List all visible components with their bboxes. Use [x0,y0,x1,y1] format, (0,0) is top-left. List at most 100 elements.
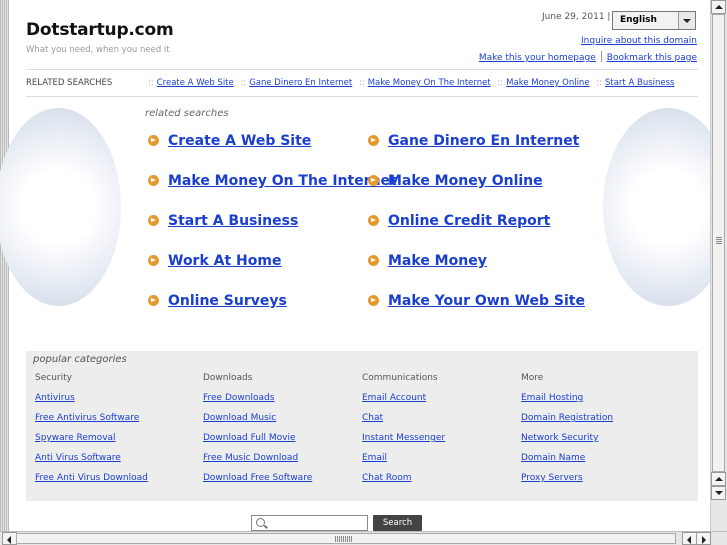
related-searches-heading: related searches [145,108,229,119]
bar-link-1[interactable]: Create A Web Site [157,78,234,88]
language-select[interactable]: English [612,11,696,30]
category-link[interactable]: Email [362,453,445,473]
bar-link-3[interactable]: Make Money On The Internet [368,78,491,88]
bar-link-5[interactable]: Start A Business [605,78,674,88]
category-link[interactable]: Download Full Movie [203,433,312,453]
make-homepage-link[interactable]: Make this your homepage [479,53,596,63]
related-search-item[interactable]: Start A Business [148,213,298,229]
related-search-link[interactable]: Online Credit Report [388,213,550,229]
related-search-link[interactable]: Online Surveys [168,293,287,309]
horizontal-scrollbar[interactable] [0,531,727,545]
scroll-left-icon[interactable] [2,532,17,545]
search-icon [256,518,265,527]
category-link[interactable]: Free Anti Virus Download [35,473,148,493]
related-searches-bar: RELATED SEARCHES :: Create A Web Site :: G… [26,69,698,97]
search-button[interactable]: Search [373,515,422,531]
scroll-up-icon[interactable] [711,472,726,486]
category-link[interactable]: Spyware Removal [35,433,148,453]
bar-link-4[interactable]: Make Money Online [506,78,589,88]
category-link[interactable]: Anti Virus Software [35,453,148,473]
related-search-link[interactable]: Start A Business [168,213,298,229]
arrow-bullet-icon [368,215,379,226]
related-search-item[interactable]: Work At Home [148,253,281,269]
category-column-more: More Email Hosting Domain Registration N… [521,373,613,493]
arrow-bullet-icon [148,135,159,146]
related-search-link[interactable]: Make Money On The Internet [168,173,397,189]
scroll-right-icon[interactable] [696,532,711,545]
related-search-link[interactable]: Gane Dinero En Internet [388,133,579,149]
related-search-link[interactable]: Make Money Online [388,173,543,189]
arrow-bullet-icon [148,255,159,266]
popular-categories-panel: popular categories Security Antivirus Fr… [26,351,698,501]
grip-icon [335,536,353,542]
horizontal-scroll-thumb[interactable] [16,533,676,544]
category-header: More [521,373,544,383]
language-select-value: English [620,15,657,25]
vertical-scrollbar[interactable] [710,0,727,531]
homepage-links: Make this your homepage Bookmark this pag… [479,51,697,63]
related-search-item[interactable]: Make Money On The Internet [148,173,397,189]
category-link[interactable]: Chat Room [362,473,445,493]
decorative-globe-right [603,108,727,306]
category-link[interactable]: Chat [362,413,445,433]
arrow-bullet-icon [148,295,159,306]
arrow-bullet-icon [368,135,379,146]
category-header: Downloads [203,373,253,383]
bookmark-link[interactable]: Bookmark this page [607,53,697,63]
related-search-link[interactable]: Create A Web Site [168,133,311,149]
site-tagline: What you need, when you need it [26,45,170,55]
separator: :: [148,78,154,88]
separator: :: [240,78,247,88]
decorative-globe-left [0,108,121,306]
category-link[interactable]: Free Antivirus Software [35,413,148,433]
related-search-item[interactable]: Online Surveys [148,293,287,309]
related-searches-bar-label: RELATED SEARCHES [26,78,113,88]
bar-link-2[interactable]: Gane Dinero En Internet [249,78,352,88]
related-search-link[interactable]: Make Your Own Web Site [388,293,585,309]
category-link[interactable]: Proxy Servers [521,473,613,493]
category-link[interactable]: Antivirus [35,393,148,413]
category-column-security: Security Antivirus Free Antivirus Softwa… [35,373,148,493]
related-search-item[interactable]: Online Credit Report [368,213,550,229]
arrow-bullet-icon [368,255,379,266]
inquire-domain-link[interactable]: Inquire about this domain [581,36,697,46]
related-search-link[interactable]: Make Money [388,253,487,269]
category-header: Communications [362,373,438,383]
date-text: June 29, 2011 | [542,12,611,22]
link-divider [600,51,602,62]
scroll-down-icon[interactable] [711,486,726,500]
popular-categories-title: popular categories [33,354,127,365]
chevron-down-icon[interactable] [678,12,695,29]
category-link[interactable]: Network Security [521,433,613,453]
site-title: Dotstartup.com [26,20,174,40]
category-column-downloads: Downloads Free Downloads Download Music … [203,373,312,493]
related-search-item[interactable]: Make Your Own Web Site [368,293,585,309]
category-column-communications: Communications Email Account Chat Instan… [362,373,445,493]
category-link[interactable]: Free Music Download [203,453,312,473]
separator: :: [358,78,365,88]
scroll-left-icon[interactable] [682,532,697,545]
separator: :: [596,78,602,88]
related-search-item[interactable]: Create A Web Site [148,133,311,149]
category-header: Security [35,373,72,383]
category-link[interactable]: Download Music [203,413,312,433]
vertical-scroll-thumb[interactable] [712,14,725,472]
category-link[interactable]: Free Downloads [203,393,312,413]
arrow-bullet-icon [368,175,379,186]
category-link[interactable]: Email Account [362,393,445,413]
scroll-up-icon[interactable] [711,0,726,14]
arrow-bullet-icon [148,215,159,226]
grip-icon [716,237,722,245]
category-link[interactable]: Instant Messenger [362,433,445,453]
category-link[interactable]: Domain Name [521,453,613,473]
separator: :: [497,78,504,88]
category-link[interactable]: Download Free Software [203,473,312,493]
category-link[interactable]: Email Hosting [521,393,613,413]
arrow-bullet-icon [368,295,379,306]
related-search-item[interactable]: Gane Dinero En Internet [368,133,579,149]
search-input[interactable] [251,515,368,531]
related-search-link[interactable]: Work At Home [168,253,281,269]
related-search-item[interactable]: Make Money [368,253,487,269]
related-search-item[interactable]: Make Money Online [368,173,543,189]
category-link[interactable]: Domain Registration [521,413,613,433]
